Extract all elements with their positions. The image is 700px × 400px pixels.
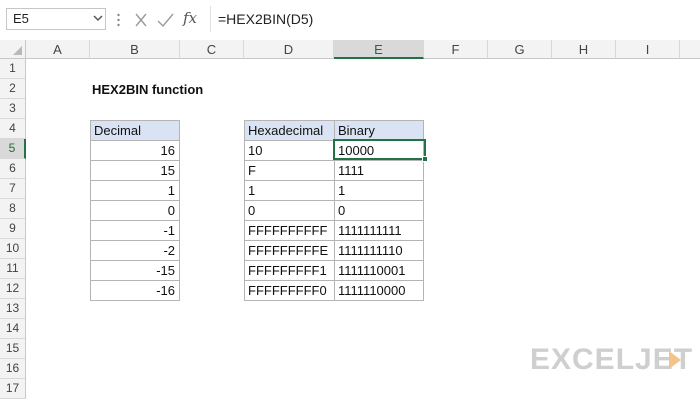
hex-cell[interactable]: FFFFFFFFF1	[244, 260, 334, 280]
fill-handle[interactable]	[422, 156, 428, 162]
more-vertical-icon[interactable]	[117, 13, 120, 27]
formula-bar: E5 fx =HEX2BIN(D5)	[0, 0, 700, 41]
column-header-a[interactable]: A	[26, 40, 90, 59]
column-header-b[interactable]: B	[90, 40, 180, 59]
enter-check-icon[interactable]	[157, 13, 174, 28]
binary-cell[interactable]: 1111	[334, 160, 424, 180]
binary-header[interactable]: Binary	[334, 120, 424, 140]
row-header-7[interactable]: 7	[0, 179, 26, 199]
row-header-14[interactable]: 14	[0, 319, 26, 339]
hex-cell[interactable]: FFFFFFFFF0	[244, 280, 334, 301]
hex-cell[interactable]: FFFFFFFFFF	[244, 220, 334, 240]
formula-separator	[210, 6, 211, 32]
column-header-i[interactable]: I	[616, 40, 680, 59]
name-box[interactable]: E5	[6, 8, 106, 30]
hex-cell[interactable]: FFFFFFFFFE	[244, 240, 334, 260]
column-header-h[interactable]: H	[552, 40, 616, 59]
row-header-12[interactable]: 12	[0, 279, 26, 299]
row-header-11[interactable]: 11	[0, 259, 26, 279]
decimal-cell[interactable]: -15	[90, 260, 180, 280]
decimal-header[interactable]: Decimal	[90, 120, 180, 140]
decimal-cell[interactable]: 15	[90, 160, 180, 180]
select-all-corner[interactable]	[0, 40, 26, 59]
decimal-cell[interactable]: -2	[90, 240, 180, 260]
column-header-f[interactable]: F	[424, 40, 488, 59]
hex-cell[interactable]: 10	[244, 140, 334, 160]
hex-cell[interactable]: 1	[244, 180, 334, 200]
row-header-16[interactable]: 16	[0, 359, 26, 379]
sheet-title[interactable]: HEX2BIN function	[92, 80, 203, 100]
binary-cell[interactable]: 1	[334, 180, 424, 200]
binary-cell[interactable]: 1111110001	[334, 260, 424, 280]
row-header-3[interactable]: 3	[0, 99, 26, 119]
hex-cell[interactable]: F	[244, 160, 334, 180]
active-cell-selection[interactable]	[333, 139, 426, 160]
column-header-e[interactable]: E	[334, 40, 424, 59]
binary-cell[interactable]: 1111111111	[334, 220, 424, 240]
column-header-overflow	[680, 40, 700, 59]
chevron-down-icon[interactable]	[92, 11, 104, 25]
hexadecimal-header[interactable]: Hexadecimal	[244, 120, 334, 140]
column-header-c[interactable]: C	[180, 40, 244, 59]
row-header-4[interactable]: 4	[0, 119, 26, 139]
decimal-cell[interactable]: 1	[90, 180, 180, 200]
row-header-6[interactable]: 6	[0, 159, 26, 179]
cancel-icon[interactable]	[135, 13, 147, 27]
binary-cell[interactable]: 1111110000	[334, 280, 424, 301]
hex-cell[interactable]: 0	[244, 200, 334, 220]
row-header-13[interactable]: 13	[0, 299, 26, 319]
binary-cell[interactable]: 1111111110	[334, 240, 424, 260]
formula-input[interactable]: =HEX2BIN(D5)	[218, 8, 688, 30]
row-header-2[interactable]: 2	[0, 79, 26, 99]
row-header-8[interactable]: 8	[0, 199, 26, 219]
row-header-9[interactable]: 9	[0, 219, 26, 239]
column-header-g[interactable]: G	[488, 40, 552, 59]
row-header-1[interactable]: 1	[0, 59, 26, 79]
row-header-10[interactable]: 10	[0, 239, 26, 259]
decimal-cell[interactable]: -16	[90, 280, 180, 301]
row-header-5[interactable]: 5	[0, 139, 26, 159]
column-header-d[interactable]: D	[244, 40, 334, 59]
binary-cell[interactable]: 0	[334, 200, 424, 220]
exceljet-logo-mark	[669, 351, 681, 369]
row-header-15[interactable]: 15	[0, 339, 26, 359]
decimal-cell[interactable]: 16	[90, 140, 180, 160]
insert-function-icon[interactable]: fx	[183, 9, 197, 27]
decimal-cell[interactable]: 0	[90, 200, 180, 220]
decimal-cell[interactable]: -1	[90, 220, 180, 240]
row-header-17[interactable]: 17	[0, 379, 26, 399]
